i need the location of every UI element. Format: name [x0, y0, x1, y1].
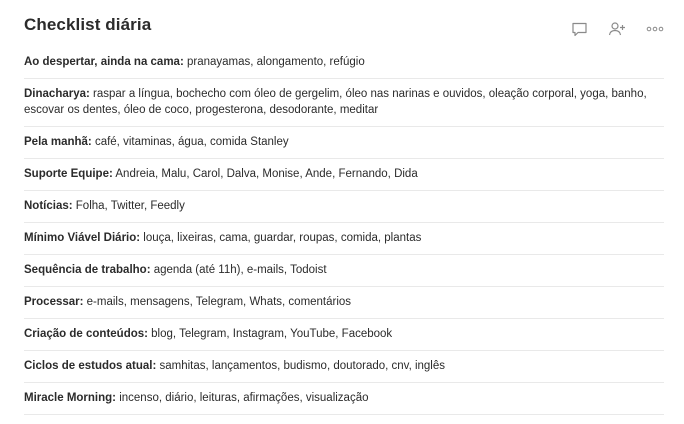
item-label: Ao despertar, ainda na cama: [24, 56, 184, 68]
checklist: Ao despertar, ainda na cama: pranayamas,… [24, 47, 664, 415]
item-text: agenda (até 11h), e-mails, Todoist [150, 264, 327, 276]
item-text: louça, lixeiras, cama, guardar, roupas, … [140, 232, 422, 244]
list-item[interactable]: Sequência de trabalho: agenda (até 11h),… [24, 255, 664, 287]
item-label: Notícias: [24, 200, 73, 212]
item-text: Folha, Twitter, Feedly [72, 200, 185, 212]
item-text: samhitas, lançamentos, budismo, doutorad… [156, 360, 445, 372]
header-actions [570, 20, 664, 38]
list-item[interactable]: Dinacharya: raspar a língua, bochecho co… [24, 79, 664, 127]
item-text: pranayamas, alongamento, refúgio [183, 56, 365, 68]
add-person-icon[interactable] [608, 20, 626, 38]
item-label: Mínimo Viável Diário: [24, 232, 141, 244]
item-label: Ciclos de estudos atual: [24, 360, 157, 372]
item-label: Sequência de trabalho: [24, 264, 151, 276]
item-text: e-mails, mensagens, Telegram, Whats, com… [83, 296, 352, 308]
list-item[interactable]: Ao despertar, ainda na cama: pranayamas,… [24, 47, 664, 79]
item-text: raspar a língua, bochecho com óleo de ge… [24, 88, 647, 116]
more-icon[interactable] [646, 20, 664, 38]
list-item[interactable]: Criação de conteúdos: blog, Telegram, In… [24, 319, 664, 351]
item-label: Processar: [24, 296, 84, 308]
list-item[interactable]: Mínimo Viável Diário: louça, lixeiras, c… [24, 223, 664, 255]
list-item[interactable]: Miracle Morning: incenso, diário, leitur… [24, 383, 664, 415]
list-item[interactable]: Suporte Equipe: Andreia, Malu, Carol, Da… [24, 159, 664, 191]
item-text: Andreia, Malu, Carol, Dalva, Monise, And… [112, 168, 418, 180]
page-title: Checklist diária [24, 15, 152, 34]
header: Checklist diária [0, 0, 684, 44]
item-label: Pela manhã: [24, 136, 92, 148]
item-label: Dinacharya: [24, 88, 90, 100]
list-item[interactable]: Pela manhã: café, vitaminas, água, comid… [24, 127, 664, 159]
comment-icon[interactable] [570, 20, 588, 38]
item-text: incenso, diário, leituras, afirmações, v… [116, 392, 369, 404]
item-label: Miracle Morning: [24, 392, 117, 404]
item-text: café, vitaminas, água, comida Stanley [91, 136, 289, 148]
list-item[interactable]: Ciclos de estudos atual: samhitas, lança… [24, 351, 664, 383]
list-item[interactable]: Notícias: Folha, Twitter, Feedly [24, 191, 664, 223]
item-text: blog, Telegram, Instagram, YouTube, Face… [147, 328, 393, 340]
item-label: Criação de conteúdos: [24, 328, 148, 340]
list-item[interactable]: Processar: e-mails, mensagens, Telegram,… [24, 287, 664, 319]
item-label: Suporte Equipe: [24, 168, 113, 180]
